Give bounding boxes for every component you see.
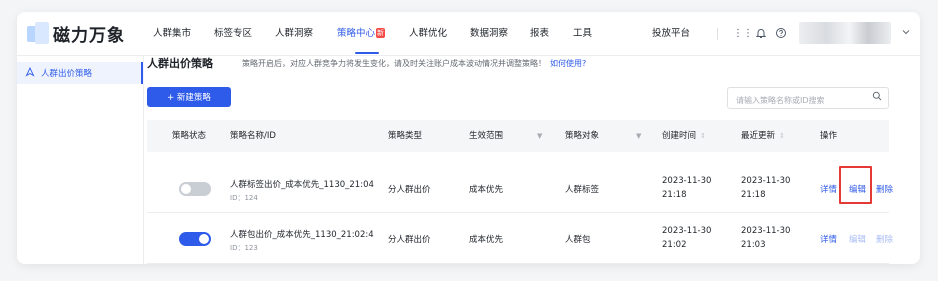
sidebar-active-indicator [141, 62, 143, 84]
filter-icon[interactable]: ▼ [636, 120, 641, 152]
search-icon[interactable] [872, 91, 882, 104]
filter-icon[interactable]: ▼ [537, 120, 542, 152]
column-updated[interactable]: 最近更新 ⇕ [741, 120, 785, 152]
column-scope-label: 生效范围 [469, 131, 504, 141]
nav-item-crowd-optimize[interactable]: 人群优化 [409, 12, 447, 56]
strategy-type: 分人群出价 [388, 235, 431, 245]
new-strategy-button[interactable]: + 新建策略 [147, 87, 231, 107]
column-updated-label: 最近更新 [741, 131, 776, 141]
nav-item-strategy-center[interactable]: 策略中心新 [337, 12, 386, 56]
strategy-target: 人群包 [565, 235, 591, 245]
strategy-name[interactable]: 人群标签出价_成本优先_1130_21:04 [230, 178, 374, 190]
updated-date: 2023-11-30 [741, 176, 791, 186]
brand-logo[interactable]: 磁力万象 [27, 21, 125, 46]
updated-time: 21:18 [741, 190, 766, 200]
nav-item-tools[interactable]: 工具 [573, 12, 592, 56]
page-description: 策略开启后，对应人群竞争力将发生变化，请及时关注账户成本波动情况并调整策略！ 如何… [242, 58, 586, 69]
delivery-platform-link[interactable]: 投放平台 [652, 12, 690, 56]
new-badge: 新 [376, 28, 386, 38]
detail-link[interactable]: 详情 [820, 233, 837, 245]
sort-icon[interactable]: ⇕ [779, 132, 785, 140]
nav-divider [717, 28, 718, 40]
created-time: 21:18 [662, 190, 687, 200]
nav-item-data-insight[interactable]: 数据洞察 [470, 12, 508, 56]
sidebar-item-label: 人群出价策略 [41, 69, 93, 79]
column-target-label: 策略对象 [565, 131, 600, 141]
search-box [727, 87, 889, 111]
strategy-id: ID：123 [230, 244, 258, 252]
strategy-scope: 成本优先 [469, 235, 504, 245]
strategy-name[interactable]: 人群包出价_成本优先_1130_21:02:4 [230, 228, 374, 240]
search-input[interactable] [736, 90, 866, 111]
nav-item-label: 策略中心 [337, 28, 376, 39]
strategy-scope: 成本优先 [469, 185, 504, 195]
column-actions: 操作 [820, 131, 838, 141]
nav-item-tag-zone[interactable]: 标签专区 [214, 12, 252, 56]
help-link[interactable]: 如何使用? [550, 59, 586, 68]
column-type: 策略类型 [388, 131, 423, 141]
strategy-icon [25, 66, 37, 80]
column-created[interactable]: 创建时间 ⇕ [662, 120, 706, 152]
column-name-id: 策略名称/ID [230, 131, 276, 141]
updated-date: 2023-11-30 [741, 226, 791, 236]
status-toggle[interactable] [179, 182, 211, 196]
page-title: 人群出价策略 [147, 57, 213, 70]
strategy-target: 人群标签 [565, 185, 600, 195]
column-scope[interactable]: 生效范围 [469, 120, 503, 152]
logo-icon [27, 21, 51, 46]
detail-link[interactable]: 详情 [820, 183, 837, 195]
grid-icon[interactable]: ⋮⋮ [733, 27, 753, 41]
strategy-id: ID：124 [230, 194, 258, 202]
sidebar: 人群出价策略 [17, 56, 144, 264]
column-status: 策略状态 [172, 131, 207, 141]
column-created-label: 创建时间 [662, 131, 697, 141]
edit-link-disabled[interactable]: 编辑 [849, 233, 866, 245]
column-target[interactable]: 策略对象 [565, 120, 599, 152]
table-header: 策略状态 策略名称/ID 策略类型 生效范围 ▼ 策略对象 ▼ 创建时间 ⇕ 最近… [147, 120, 889, 152]
chevron-down-icon[interactable] [901, 27, 911, 41]
created-time: 21:02 [662, 240, 687, 250]
status-toggle[interactable] [179, 232, 211, 246]
edit-highlight-box [839, 166, 872, 204]
brand-name: 磁力万象 [53, 26, 125, 46]
sidebar-item-crowd-bid-strategy[interactable]: 人群出价策略 [17, 62, 144, 84]
bell-icon[interactable] [754, 27, 768, 41]
nav-item-reports[interactable]: 报表 [530, 12, 549, 56]
active-nav-indicator [355, 52, 379, 54]
nav-item-crowd-insight[interactable]: 人群洞察 [275, 12, 313, 56]
created-date: 2023-11-30 [662, 176, 712, 186]
strategy-type: 分人群出价 [388, 185, 431, 195]
table-row: 人群包出价_成本优先_1130_21:02:4 ID：123 分人群出价 成本优… [147, 214, 893, 264]
page-description-text: 策略开启后，对应人群竞争力将发生变化，请及时关注账户成本波动情况并调整策略！ [242, 59, 546, 68]
created-date: 2023-11-30 [662, 226, 712, 236]
delete-link[interactable]: 删除 [876, 183, 893, 195]
delete-link-disabled[interactable]: 删除 [876, 233, 893, 245]
updated-time: 21:03 [741, 240, 766, 250]
top-navigation: 磁力万象 人群集市 标签专区 人群洞察 策略中心新 人群优化 数据洞察 报表 工… [17, 12, 920, 56]
nav-item-crowd-market[interactable]: 人群集市 [153, 12, 191, 56]
account-avatar[interactable] [799, 22, 891, 44]
sort-icon[interactable]: ⇕ [700, 132, 706, 140]
table-row: 人群标签出价_成本优先_1130_21:04 ID：124 分人群出价 成本优先… [147, 163, 893, 213]
help-icon[interactable] [774, 27, 788, 41]
